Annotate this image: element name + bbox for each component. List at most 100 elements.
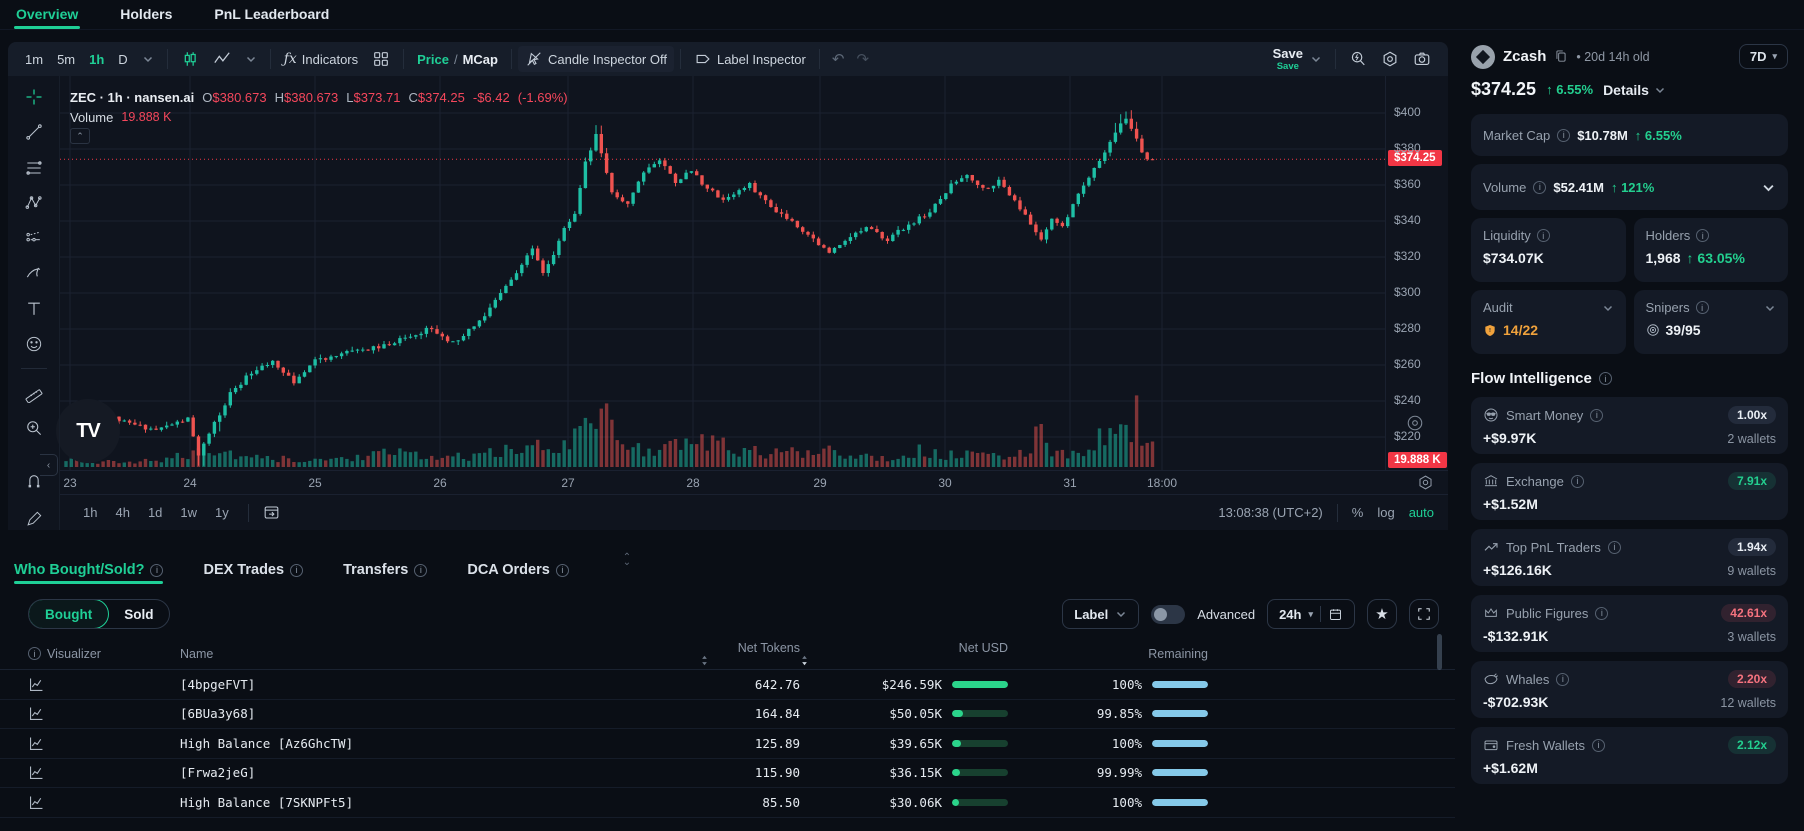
edit-tool[interactable] [21,508,47,530]
projection-tool[interactable] [21,227,47,249]
visualizer-icon[interactable] [28,764,45,781]
pattern-tool[interactable] [21,192,47,214]
auto-scale-button[interactable]: auto [1409,505,1434,520]
public-figures-card[interactable]: Public Figuresi 42.61x -$132.91K3 wallet… [1471,595,1788,652]
visualizer-icon[interactable] [28,794,45,811]
range-selector-dropdown[interactable]: 7D▾ [1739,44,1788,69]
tab-transfers[interactable]: Transfersi [343,562,427,592]
zoom-tool[interactable] [21,417,47,439]
time-axis-settings-icon[interactable] [1417,474,1434,491]
table-row[interactable]: High Balance [Az6GhcTW] 125.89 $39.65K 1… [0,729,1455,759]
range-1h-button[interactable]: 1h [74,505,106,520]
log-scale-button[interactable]: log [1377,505,1394,520]
info-icon[interactable]: i [1533,181,1546,194]
candlestick-chart[interactable] [60,76,1385,470]
tab-dex-trades[interactable]: DEX Tradesi [203,562,303,592]
top-pnl-traders-card[interactable]: Top PnL Tradersi 1.94x +$126.16K9 wallet… [1471,529,1788,586]
bought-toggle[interactable]: Bought [28,599,109,629]
tab-who-bought-sold[interactable]: Who Bought/Sold?i [14,562,163,592]
table-row[interactable]: [6BUa3y68] 164.84 $50.05K 99.85% [0,700,1455,730]
emoji-tool[interactable] [21,333,47,355]
range-1y-button[interactable]: 1y [206,505,238,520]
info-icon[interactable]: i [28,647,41,660]
settings-button[interactable] [1374,46,1406,72]
liquidity-card[interactable]: Liquidityi $734.07K [1471,218,1626,282]
tab-holders[interactable]: Holders [118,0,174,29]
chart-type-dropdown[interactable] [238,46,264,72]
candle-inspector-toggle[interactable]: Candle Inspector Off [518,46,674,72]
interval-1h-button[interactable]: 1h [82,46,111,72]
info-icon[interactable]: i [414,564,427,577]
sold-toggle[interactable]: Sold [108,600,169,628]
text-tool[interactable] [21,298,47,320]
volume-legend[interactable]: Volume 19.888 K [70,110,171,125]
info-icon[interactable]: i [1592,739,1605,752]
exchange-card[interactable]: Exchangei 7.91x +$1.52M [1471,463,1788,520]
details-dropdown[interactable]: Details [1603,82,1666,98]
header-net-tokens[interactable]: Net Tokens [700,641,800,666]
brush-tool[interactable] [21,262,47,284]
fib-retracement-tool[interactable] [21,157,47,179]
layout-grid-button[interactable] [365,46,397,72]
info-icon[interactable]: i [1599,372,1612,385]
tab-overview[interactable]: Overview [14,0,80,29]
label-inspector-toggle[interactable]: Label Inspector [687,46,813,72]
whales-card[interactable]: Whalesi 2.20x -$702.93K12 wallets [1471,661,1788,718]
advanced-toggle[interactable] [1151,605,1185,624]
header-visualizer[interactable]: Visualizer [47,647,101,661]
range-1w-button[interactable]: 1w [171,505,206,520]
visualizer-icon[interactable] [28,705,45,722]
table-row[interactable]: [Frwa2jeG] 115.90 $36.15K 99.99% [0,759,1455,789]
header-net-usd[interactable]: Net USD [800,641,1008,666]
fullscreen-button[interactable] [1409,599,1439,629]
smart-money-card[interactable]: Smart Moneyi 1.00x +$9.97K2 wallets [1471,397,1788,454]
interval-1m-button[interactable]: 1m [18,46,50,72]
market-cap-card[interactable]: Market Cap i $10.78M ↑ 6.55% [1471,114,1788,156]
info-icon[interactable]: i [556,564,569,577]
info-icon[interactable]: i [1537,229,1550,242]
info-icon[interactable]: i [1556,673,1569,686]
table-row[interactable]: High Balance [7SKNPFt5] 85.50 $30.06K 10… [0,788,1455,818]
percent-scale-button[interactable]: % [1352,505,1364,520]
screenshot-button[interactable] [1406,46,1438,72]
range-1d-button[interactable]: 1d [139,505,171,520]
price-axis[interactable]: $374.25 19.888 K $400$380$360$340$320$30… [1385,76,1448,470]
info-icon[interactable]: i [1557,129,1570,142]
collapse-panel-button[interactable]: ‹ [40,454,58,476]
trend-line-tool[interactable] [21,121,47,143]
info-icon[interactable]: i [1595,607,1608,620]
chevron-down-icon[interactable] [1764,302,1776,314]
fresh-wallets-card[interactable]: Fresh Walletsi 2.12x +$1.62M [1471,727,1788,784]
go-to-date-button[interactable] [259,500,285,526]
label-filter-dropdown[interactable]: Label [1062,599,1139,629]
quick-search-button[interactable] [1342,46,1374,72]
price-mcap-toggle[interactable]: Price / MCap [410,46,505,72]
visualizer-icon[interactable] [28,735,45,752]
undo-button[interactable]: ↶ [826,50,851,68]
timeframe-dropdown[interactable]: 24h▾ [1267,599,1355,629]
crosshair-tool[interactable] [21,86,47,108]
chevron-down-icon[interactable] [1602,302,1614,314]
chart-type-line-button[interactable] [206,46,238,72]
header-remaining[interactable]: Remaining [1008,647,1208,661]
info-icon[interactable]: i [150,564,163,577]
indicators-button[interactable]: ƒx Indicators [277,46,365,72]
volume-card[interactable]: Volume i $52.41M ↑ 121% [1471,164,1788,210]
clock[interactable]: 13:08:38 (UTC+2) [1218,505,1322,520]
info-icon[interactable]: i [1696,301,1709,314]
table-row[interactable]: [4bpgeFVT] 642.76 $246.59K 100% [0,670,1455,700]
chevron-down-icon[interactable] [1761,180,1776,195]
copy-address-icon[interactable] [1554,49,1568,64]
tab-dca-orders[interactable]: DCA Ordersi [467,562,568,592]
holders-card[interactable]: Holdersi 1,968↑ 63.05% [1634,218,1789,282]
panel-resize-handle[interactable]: ⌃⌄ [617,555,637,565]
audit-card[interactable]: Audit !14/22 [1471,290,1626,354]
info-icon[interactable]: i [1696,229,1709,242]
info-icon[interactable]: i [1571,475,1584,488]
measure-tool[interactable] [21,382,47,404]
favorite-button[interactable]: ★ [1367,599,1397,629]
snipers-card[interactable]: Snipersi 39/95 [1634,290,1789,354]
info-icon[interactable]: i [1590,409,1603,422]
interval-1d-button[interactable]: D [111,46,134,72]
range-4h-button[interactable]: 4h [106,505,138,520]
